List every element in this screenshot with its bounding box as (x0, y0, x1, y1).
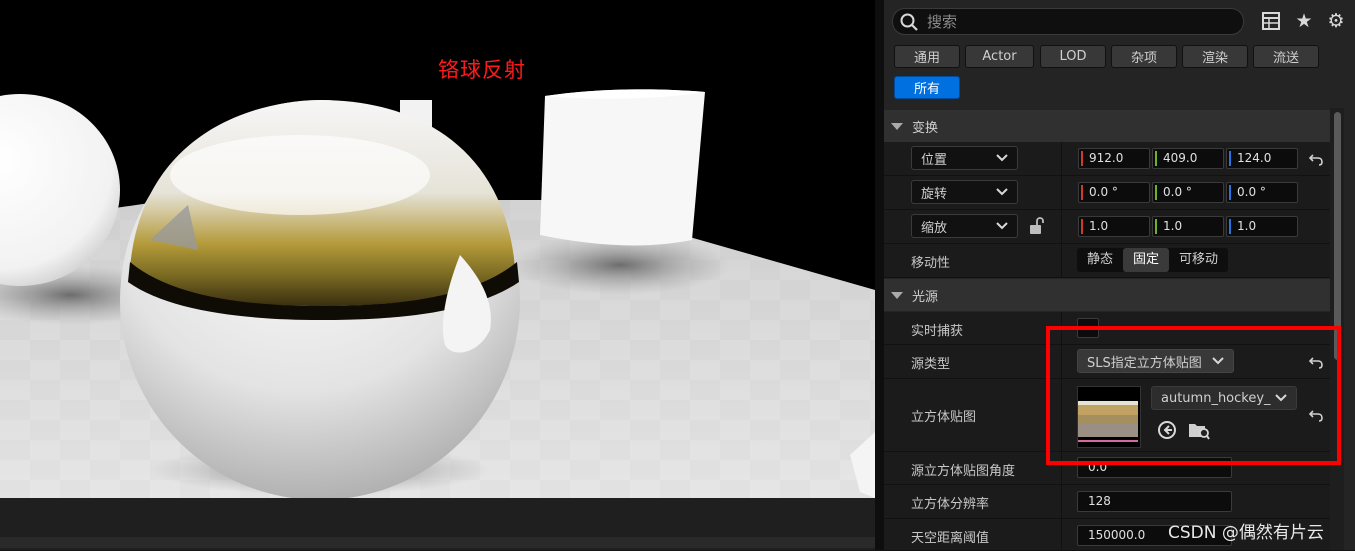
rotation-mode-dropdown[interactable]: 旋转 (911, 180, 1018, 204)
scale-z-field[interactable]: 1.0 (1226, 216, 1298, 237)
filter-rendering[interactable]: 渲染 (1182, 45, 1248, 68)
section-light-title: 光源 (912, 289, 939, 305)
filter-misc[interactable]: 杂项 (1111, 45, 1177, 68)
section-transform[interactable]: 变换 (884, 110, 1331, 142)
filter-lod[interactable]: LOD (1040, 45, 1106, 68)
location-label: 位置 (921, 152, 948, 168)
scale-label: 缩放 (921, 220, 948, 236)
sky-distance-label: 天空距离阈值 (911, 531, 990, 546)
row-rotation: 旋转 0.0 ° 0.0 ° 0.0 ° (884, 176, 1331, 210)
collapse-arrow-icon (891, 291, 903, 299)
viewport-caption: 铬球反射 (438, 58, 526, 82)
realtime-capture-label: 实时捕获 (911, 324, 964, 339)
chevron-down-icon (996, 154, 1008, 162)
section-transform-title: 变换 (912, 120, 939, 136)
watermark: CSDN @偶然有片云 (1168, 523, 1324, 543)
source-type-label: 源类型 (911, 357, 951, 372)
rotation-label: 旋转 (921, 186, 948, 202)
chevron-down-icon (996, 188, 1008, 196)
cubemap-resolution-label: 立方体分辨率 (911, 497, 990, 512)
location-y-field[interactable]: 409.0 (1152, 148, 1224, 169)
cubemap-angle-label: 源立方体贴图角度 (911, 464, 1016, 479)
viewport-bottom-bar (0, 498, 875, 550)
mobility-label: 移动性 (911, 256, 951, 271)
scale-mode-dropdown[interactable]: 缩放 (911, 214, 1018, 238)
mobility-toggle: 静态 固定 可移动 (1077, 248, 1229, 272)
scale-x-field[interactable]: 1.0 (1078, 216, 1150, 237)
details-panel: ★ ⚙ 通用 Actor LOD 杂项 渲染 流送 所有 变换 位置 912.0… (884, 0, 1355, 551)
level-viewport[interactable]: 铬球反射 (0, 0, 875, 498)
rotation-y-field[interactable]: 0.0 ° (1152, 182, 1224, 203)
scale-y-field[interactable]: 1.0 (1152, 216, 1224, 237)
rotation-z-field[interactable]: 0.0 ° (1226, 182, 1298, 203)
gear-icon[interactable]: ⚙ (1325, 10, 1347, 32)
filter-actor[interactable]: Actor (965, 45, 1034, 68)
mobility-static-option[interactable]: 静态 (1077, 248, 1123, 272)
row-scale: 缩放 1.0 1.0 1.0 (884, 210, 1331, 244)
chevron-down-icon (996, 222, 1008, 230)
annotation-highlight-box (1046, 326, 1341, 465)
row-location: 位置 912.0 409.0 124.0 (884, 142, 1331, 176)
rotation-x-field[interactable]: 0.0 ° (1078, 182, 1150, 203)
filter-general[interactable]: 通用 (894, 45, 960, 68)
location-z-field[interactable]: 124.0 (1226, 148, 1298, 169)
search-icon (900, 13, 918, 31)
location-x-field[interactable]: 912.0 (1078, 148, 1150, 169)
cubemap-label: 立方体贴图 (911, 410, 977, 425)
mobility-movable-option[interactable]: 可移动 (1169, 248, 1228, 272)
panel-splitter[interactable] (875, 0, 884, 550)
row-mobility: 移动性 静态 固定 可移动 (884, 244, 1331, 278)
search-input[interactable] (925, 10, 1229, 34)
unlock-icon[interactable] (1027, 217, 1045, 235)
search-box[interactable] (892, 8, 1244, 35)
scrollbar-thumb[interactable] (1334, 112, 1341, 360)
table-icon[interactable] (1260, 10, 1282, 32)
filter-streaming[interactable]: 流送 (1253, 45, 1319, 68)
cubemap-resolution-field[interactable]: 128 (1077, 491, 1232, 512)
filter-all[interactable]: 所有 (894, 76, 960, 99)
row-cubemap-resolution: 立方体分辨率 128 (884, 485, 1331, 519)
star-icon[interactable]: ★ (1293, 10, 1315, 32)
location-mode-dropdown[interactable]: 位置 (911, 146, 1018, 170)
collapse-arrow-icon (891, 122, 903, 130)
reset-location-icon[interactable] (1307, 150, 1325, 168)
section-light[interactable]: 光源 (884, 279, 1331, 311)
mobility-stationary-option[interactable]: 固定 (1123, 248, 1170, 272)
